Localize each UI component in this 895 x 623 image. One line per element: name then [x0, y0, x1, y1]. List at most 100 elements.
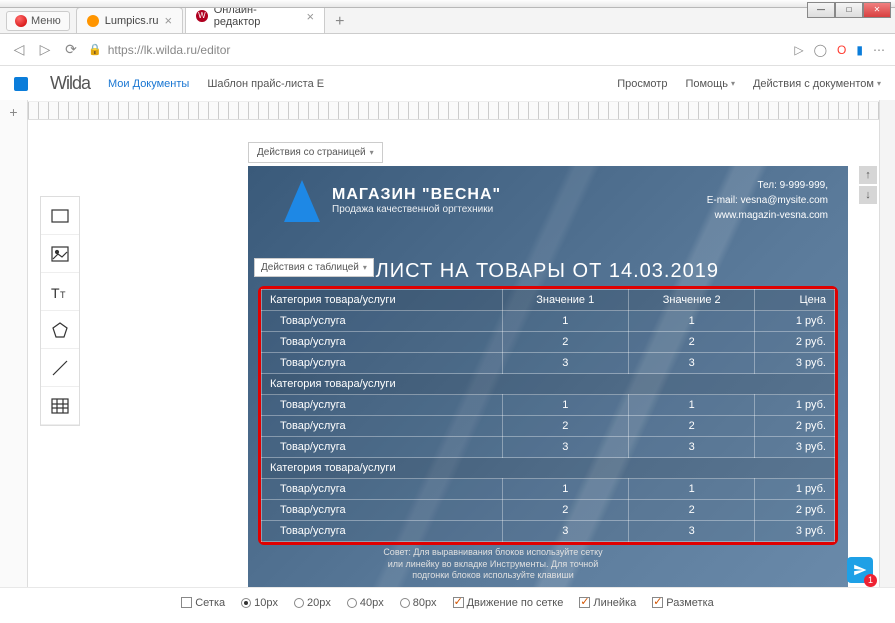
opera-icon — [15, 15, 27, 27]
table-cell: 1 — [628, 479, 754, 500]
table-header: Категория товара/услуги — [262, 290, 503, 311]
table-cell: 3 — [628, 521, 754, 542]
page-actions-dropdown[interactable]: Действия со страницей▾ — [248, 142, 383, 163]
lock-icon: 🔒 — [88, 43, 102, 56]
table-cell: 3 руб. — [755, 521, 835, 542]
table-cell: 3 руб. — [755, 353, 835, 374]
table-category-row: Категория товара/услуги — [262, 458, 835, 479]
doc-actions-menu[interactable]: Действия с документом▾ — [753, 78, 881, 90]
table-cell: 3 — [628, 437, 754, 458]
extension-icon[interactable]: ▮ — [856, 43, 863, 57]
table-cell: 1 — [628, 395, 754, 416]
browser-tab[interactable]: Lumpics.ru × — [76, 7, 183, 33]
table-cell: 3 — [502, 521, 628, 542]
table-cell: 2 руб. — [755, 332, 835, 353]
template-name: Шаблон прайс-листа Е — [207, 78, 324, 90]
add-page-button[interactable]: + — [0, 100, 27, 124]
table-row[interactable]: Товар/услуга333 руб. — [262, 521, 835, 542]
page-up-button[interactable]: ↑ — [859, 166, 877, 184]
company-title: МАГАЗИН "ВЕСНА" — [332, 186, 501, 204]
layout-toggle[interactable]: Разметка — [652, 597, 714, 609]
chevron-down-icon: ▾ — [370, 148, 374, 157]
grid-toggle[interactable]: Сетка — [181, 597, 225, 609]
table-row[interactable]: Товар/услуга333 руб. — [262, 437, 835, 458]
price-table-selection[interactable]: Категория товара/услугиЗначение 1Значени… — [258, 286, 838, 545]
new-tab-button[interactable]: + — [327, 11, 352, 33]
chat-widget[interactable] — [847, 557, 873, 583]
table-header: Цена — [755, 290, 835, 311]
opera-menu-button[interactable]: Меню — [6, 11, 70, 31]
document-page[interactable]: МАГАЗИН "ВЕСНА" Продажа качественной орг… — [248, 166, 848, 587]
back-button[interactable]: ◁ — [10, 41, 28, 59]
page-nav-arrows: ↑ ↓ — [859, 166, 879, 204]
table-category-row: Категория товара/услуги — [262, 374, 835, 395]
snap-toggle[interactable]: Движение по сетке — [453, 597, 564, 609]
table-cell: 2 — [502, 500, 628, 521]
table-cell: Товар/услуга — [262, 479, 503, 500]
tab-close-icon[interactable]: × — [307, 9, 315, 24]
grid-80px[interactable]: 80px — [400, 597, 437, 609]
chevron-down-icon: ▾ — [363, 263, 367, 272]
table-row[interactable]: Товар/услуга222 руб. — [262, 416, 835, 437]
tab-close-icon[interactable]: × — [165, 13, 173, 28]
table-row[interactable]: Товар/услуга111 руб. — [262, 395, 835, 416]
document-heading: -ЛИСТ НА ТОВАРЫ ОТ 14.03.2019 — [368, 260, 719, 283]
extension-icon[interactable]: ▷ — [794, 43, 803, 57]
browser-tab-bar: Меню Lumpics.ru × W Онлайн-редактор × + — [0, 8, 895, 34]
app-header: Wilda Мои Документы Шаблон прайс-листа Е… — [0, 66, 895, 102]
grid-40px[interactable]: 40px — [347, 597, 384, 609]
table-cell: 2 — [628, 416, 754, 437]
company-subtitle: Продажа качественной оргтехники — [332, 204, 501, 215]
table-actions-dropdown[interactable]: Действия с таблицей▾ — [254, 258, 374, 277]
table-cell: 2 — [628, 500, 754, 521]
table-cell: 1 — [502, 311, 628, 332]
extension-icon[interactable]: ◯ — [814, 43, 827, 57]
app-icon[interactable] — [14, 77, 28, 91]
company-contact: Тел: 9-999-999, E-mail: vesna@mysite.com… — [707, 178, 828, 223]
url-text: https://lk.wilda.ru/editor — [108, 43, 231, 57]
table-row[interactable]: Товар/услуга222 руб. — [262, 332, 835, 353]
table-row[interactable]: Товар/услуга333 руб. — [262, 353, 835, 374]
table-cell: 1 руб. — [755, 311, 835, 332]
window-close[interactable]: ✕ — [863, 2, 891, 18]
table-cell: 2 — [628, 332, 754, 353]
table-cell: Товар/услуга — [262, 395, 503, 416]
window-maximize[interactable]: □ — [835, 2, 863, 18]
table-cell: 3 — [502, 353, 628, 374]
company-logo — [284, 180, 320, 222]
vertical-scrollbar[interactable] — [879, 100, 895, 587]
help-menu[interactable]: Помощь▾ — [685, 78, 735, 90]
preview-link[interactable]: Просмотр — [617, 78, 667, 90]
page-down-button[interactable]: ↓ — [859, 186, 877, 204]
url-field[interactable]: 🔒 https://lk.wilda.ru/editor — [88, 43, 786, 57]
forward-button[interactable]: ▷ — [36, 41, 54, 59]
table-row[interactable]: Товар/услуга111 руб. — [262, 479, 835, 500]
table-cell: Товар/услуга — [262, 416, 503, 437]
table-cell: Товар/услуга — [262, 500, 503, 521]
table-row[interactable]: Товар/услуга222 руб. — [262, 500, 835, 521]
opera-badge-icon[interactable]: O — [837, 43, 846, 57]
table-cell: 1 руб. — [755, 479, 835, 500]
table-cell: 3 — [502, 437, 628, 458]
table-row[interactable]: Товар/услуга111 руб. — [262, 311, 835, 332]
table-cell: 3 руб. — [755, 437, 835, 458]
chevron-down-icon: ▾ — [731, 79, 735, 88]
table-cell: 2 — [502, 332, 628, 353]
table-cell: 2 — [502, 416, 628, 437]
ruler-toggle[interactable]: Линейка — [579, 597, 636, 609]
more-icon[interactable]: ⋯ — [873, 43, 885, 57]
table-cell: 1 руб. — [755, 395, 835, 416]
vertical-ruler: + — [0, 100, 28, 587]
table-cell: 2 руб. — [755, 500, 835, 521]
window-titlebar: — □ ✕ — [0, 0, 895, 8]
tab-favicon — [87, 15, 99, 27]
my-documents-link[interactable]: Мои Документы — [108, 78, 189, 90]
reload-button[interactable]: ⟳ — [62, 41, 80, 59]
table-cell: Товар/услуга — [262, 353, 503, 374]
grid-20px[interactable]: 20px — [294, 597, 331, 609]
hint-text: Совет: Для выравнивания блоков используй… — [378, 547, 608, 582]
grid-10px[interactable]: 10px — [241, 597, 278, 609]
window-minimize[interactable]: — — [807, 2, 835, 18]
address-bar: ◁ ▷ ⟳ 🔒 https://lk.wilda.ru/editor ▷ ◯ O… — [0, 34, 895, 66]
app-logo[interactable]: Wilda — [50, 73, 90, 94]
